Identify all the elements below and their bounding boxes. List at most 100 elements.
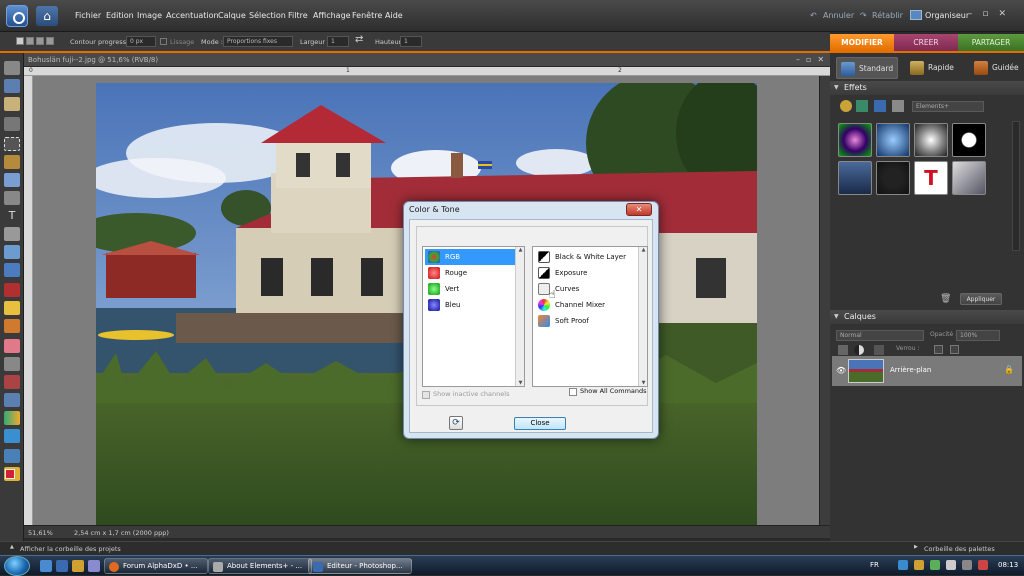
effect-thumb-2[interactable] [876, 123, 910, 157]
quicklaunch-explorer-icon[interactable] [56, 560, 68, 572]
subtract-selection-icon[interactable] [36, 37, 44, 45]
tray-app-icon-2[interactable] [930, 560, 940, 570]
list-item[interactable]: Vert [425, 281, 515, 297]
mode-rapide[interactable]: Rapide [906, 57, 966, 79]
menu-affichage[interactable]: Affichage [313, 11, 351, 20]
taskbar-item-about[interactable]: About Elements+ - ... [208, 558, 312, 574]
layer-visibility-eye-icon[interactable]: 👁 [836, 366, 846, 375]
menu-calque[interactable]: Calque [218, 11, 246, 20]
show-inactive-checkbox[interactable] [422, 391, 430, 399]
commands-list[interactable]: Black & White Layer Exposure Curves Chan… [532, 246, 648, 387]
zoom-level[interactable]: 51,61% [28, 529, 53, 537]
vertical-scrollbar[interactable] [819, 76, 830, 525]
mode-standard[interactable]: Standard [836, 57, 898, 79]
close-icon[interactable]: ✕ [626, 203, 652, 216]
blur-tool-icon[interactable] [4, 449, 20, 463]
start-button-icon[interactable] [4, 556, 30, 576]
eyedropper-tool-icon[interactable] [4, 117, 20, 131]
cookie-cutter-tool-icon[interactable] [4, 245, 20, 259]
paint-bucket-tool-icon[interactable] [4, 393, 20, 407]
document-window-controls[interactable]: –▫✕ [796, 55, 830, 64]
red-eye-tool-icon[interactable] [4, 283, 20, 297]
effect-thumb-5[interactable] [838, 161, 872, 195]
menu-edition[interactable]: Edition [106, 11, 134, 20]
feather-input[interactable]: 0 px [126, 36, 156, 47]
effect-thumb-8[interactable] [952, 161, 986, 195]
undo-button[interactable]: Annuler [823, 11, 854, 20]
antialias-checkbox[interactable] [160, 38, 167, 45]
effects-scrollbar[interactable] [1012, 121, 1020, 251]
hand-tool-icon[interactable] [4, 97, 20, 111]
commands-list-scrollbar[interactable]: ▲ ▼ [638, 247, 647, 386]
menu-fenetre[interactable]: Fenêtre [352, 11, 382, 20]
tray-app-icon-4[interactable] [978, 560, 988, 570]
scroll-up-icon[interactable]: ▲ [639, 247, 648, 253]
intersect-selection-icon[interactable] [46, 37, 54, 45]
menu-aide[interactable]: Aide [385, 11, 403, 20]
menu-filtre[interactable]: Filtre [288, 11, 308, 20]
trash-icon[interactable]: 🗑 [940, 294, 951, 304]
quicklaunch-firefox-icon[interactable] [72, 560, 84, 572]
opacity-input[interactable]: 100% [956, 330, 1000, 341]
all-effects-icon[interactable] [892, 100, 904, 112]
effects-panel-header[interactable]: ▼ Effets [830, 81, 1024, 95]
foreground-color-icon[interactable] [5, 469, 15, 479]
filters-icon[interactable] [840, 100, 852, 112]
eraser-tool-icon[interactable] [4, 339, 20, 353]
effect-thumb-3[interactable] [914, 123, 948, 157]
show-project-bin-button[interactable]: Afficher la corbeille des projets [20, 545, 121, 553]
adjustment-layer-icon[interactable] [854, 345, 864, 355]
window-controls[interactable]: –▫✕ [968, 9, 1016, 19]
tray-app-icon-3[interactable] [962, 560, 972, 570]
brush-tool-icon[interactable] [4, 357, 20, 371]
marquee-tool-icon[interactable] [4, 137, 20, 151]
photoshop-elements-logo-icon[interactable] [6, 5, 28, 27]
show-all-commands-checkbox[interactable] [569, 388, 577, 396]
clone-stamp-tool-icon[interactable] [4, 319, 20, 333]
effect-thumb-1[interactable] [838, 123, 872, 157]
lasso-tool-icon[interactable] [4, 155, 20, 169]
tray-app-icon-1[interactable] [914, 560, 924, 570]
layers-panel-header[interactable]: ▼ Calques [830, 310, 1024, 324]
scroll-down-icon[interactable]: ▼ [639, 380, 648, 386]
tab-creer[interactable]: CREER [894, 34, 958, 51]
tray-volume-icon[interactable] [946, 560, 956, 570]
channel-list-scrollbar[interactable]: ▲ ▼ [515, 247, 524, 386]
delete-layer-icon[interactable] [874, 345, 884, 355]
menu-selection[interactable]: Sélection [249, 11, 286, 20]
layer-styles-icon[interactable] [856, 100, 868, 112]
list-item[interactable]: Bleu [425, 297, 515, 313]
clock[interactable]: 08:13 [998, 561, 1018, 569]
language-indicator[interactable]: FR [870, 561, 879, 569]
palette-bin-button[interactable]: Corbeille des palettes [924, 545, 995, 553]
smart-brush-tool-icon[interactable] [4, 375, 20, 389]
close-button[interactable]: Close [514, 417, 566, 430]
effect-thumb-7[interactable]: T [914, 161, 948, 195]
shape-tool-icon[interactable] [4, 429, 20, 443]
tab-partager[interactable]: PARTAGER [958, 34, 1024, 51]
taskbar-item-forum[interactable]: Forum AlphaDxD • ... [104, 558, 208, 574]
selection-brush-tool-icon[interactable] [4, 191, 20, 205]
quicklaunch-app-icon[interactable] [88, 560, 100, 572]
gradient-tool-icon[interactable] [4, 411, 20, 425]
menu-fichier[interactable]: Fichier [75, 11, 101, 20]
scroll-down-icon[interactable]: ▼ [516, 380, 525, 386]
new-selection-icon[interactable] [16, 37, 24, 45]
list-item[interactable]: Rouge [425, 265, 515, 281]
magic-wand-tool-icon[interactable] [4, 173, 20, 187]
lock-transparency-icon[interactable] [934, 345, 943, 354]
swap-icon[interactable]: ⇄ [355, 34, 363, 45]
redo-button[interactable]: Rétablir [872, 11, 903, 20]
list-item[interactable]: Exposure [535, 265, 639, 281]
list-item[interactable]: Soft Proof [535, 313, 639, 329]
menu-image[interactable]: Image [137, 11, 162, 20]
effect-thumb-6[interactable] [876, 161, 910, 195]
refresh-icon[interactable]: ⟳ [449, 416, 463, 430]
menu-accentuation[interactable]: Accentuation [166, 11, 219, 20]
crop-tool-icon[interactable] [4, 227, 20, 241]
lock-all-icon[interactable] [950, 345, 959, 354]
list-item[interactable]: Black & White Layer [535, 249, 639, 265]
type-tool-icon[interactable]: T [4, 209, 20, 223]
mode-select[interactable]: Proportions fixes [223, 36, 293, 47]
channel-list[interactable]: RGB Rouge Vert Bleu ▲ ▼ [422, 246, 525, 387]
